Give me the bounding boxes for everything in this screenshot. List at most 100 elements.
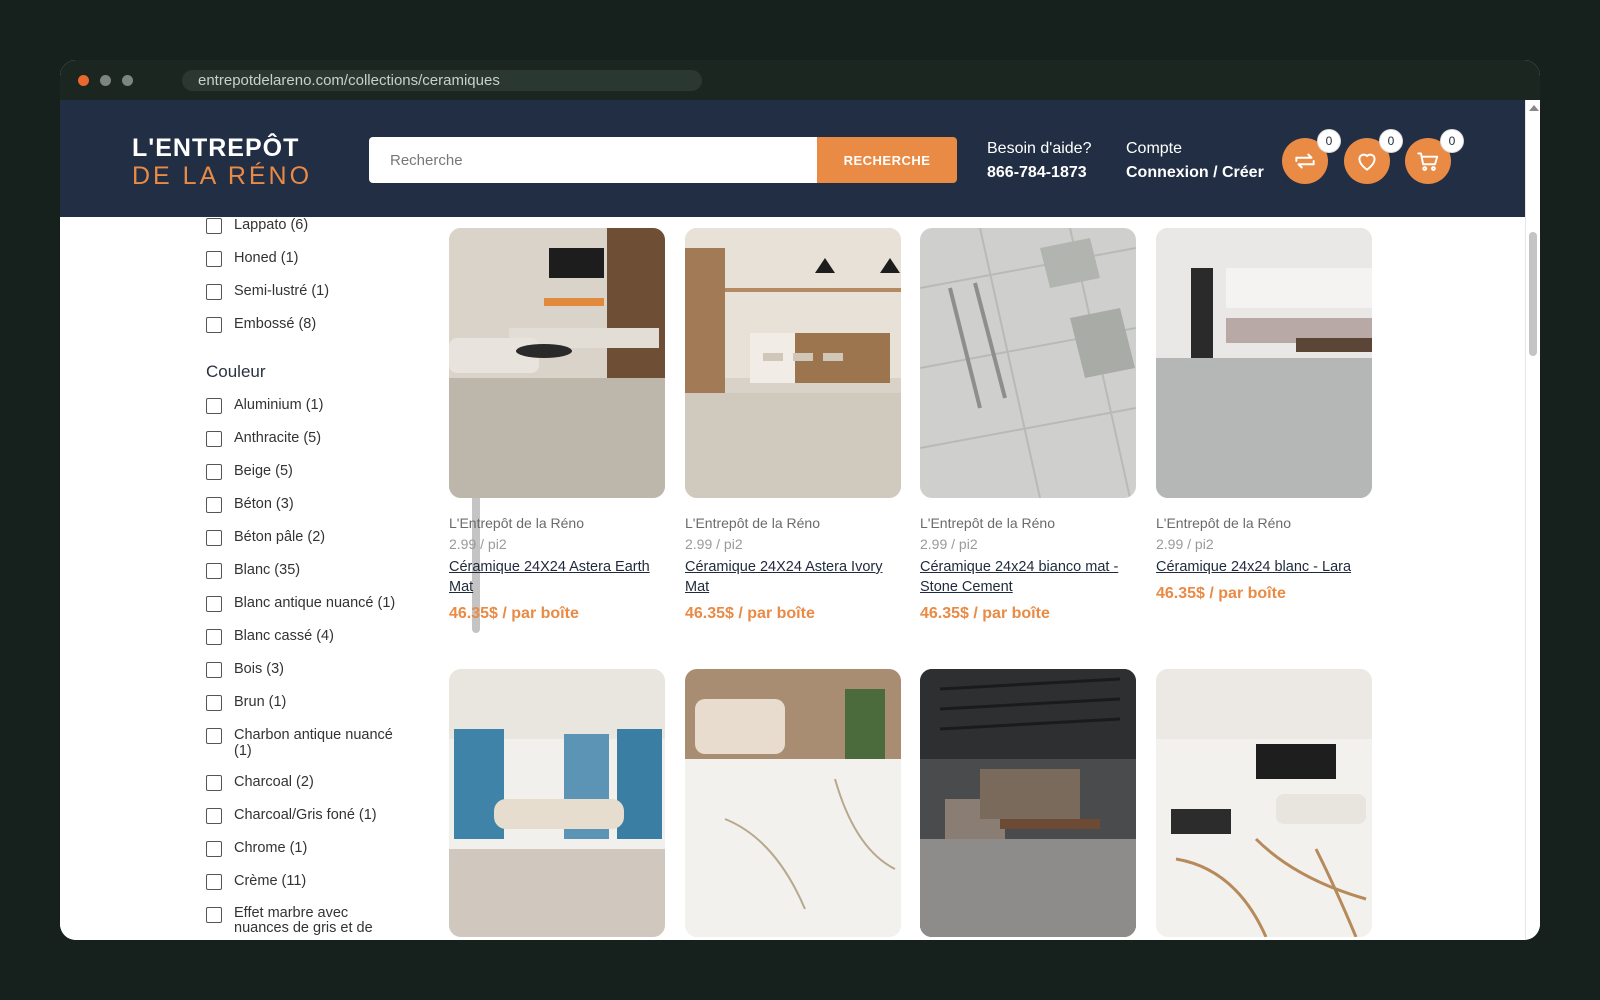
checkbox[interactable] — [206, 251, 222, 267]
product-name-link[interactable]: Céramique 24X24 Astera Ivory Mat — [685, 557, 901, 597]
product-name-link[interactable]: Céramique 24X24 Astera Earth Mat — [449, 557, 665, 597]
product-price: 46.35$ / par boîte — [449, 605, 579, 622]
account-label: Compte — [1126, 140, 1183, 157]
filter-color-item[interactable]: Bois (3) — [206, 661, 284, 678]
help-phone[interactable]: 866-784-1873 — [987, 163, 1091, 183]
checkbox[interactable] — [206, 563, 222, 579]
minimize-window-button[interactable] — [100, 74, 111, 86]
filter-color-item[interactable]: Aluminium (1) — [206, 397, 323, 414]
checkbox[interactable] — [206, 464, 222, 480]
product-brand: L'Entrepôt de la Réno — [1156, 515, 1291, 531]
filter-color-item[interactable]: Charbon antique nuancé (1) — [206, 727, 411, 759]
product-unit-price: 2.99 / pi2 — [1156, 536, 1214, 552]
product-image[interactable] — [1156, 228, 1372, 498]
filter-finish-honed[interactable]: Honed (1) — [206, 250, 298, 267]
address-bar[interactable]: entrepotdelareno.com/collections/ceramiq… — [182, 69, 702, 91]
search-button[interactable]: RECHERCHE — [817, 137, 957, 183]
compare-button[interactable]: 0 — [1282, 130, 1340, 184]
help-contact[interactable]: Besoin d'aide? 866-784-1873 — [987, 139, 1091, 183]
login-create-link[interactable]: Connexion / Créer — [1126, 163, 1264, 183]
product-brand: L'Entrepôt de la Réno — [685, 515, 820, 531]
compare-count-badge: 0 — [1318, 130, 1340, 152]
product-unit-price: 2.99 / pi2 — [920, 536, 978, 552]
checkbox[interactable] — [206, 317, 222, 333]
wishlist-count-badge: 0 — [1380, 130, 1402, 152]
product-card[interactable] — [449, 669, 665, 937]
filter-color-item[interactable]: Chrome (1) — [206, 840, 307, 857]
checkbox[interactable] — [206, 284, 222, 300]
checkbox[interactable] — [206, 695, 222, 711]
cart-count-badge: 0 — [1441, 130, 1463, 152]
filter-color-item[interactable]: Anthracite (5) — [206, 430, 321, 447]
product-card[interactable]: L'Entrepôt de la Réno 2.99 / pi2 Céramiq… — [685, 228, 901, 624]
checkbox[interactable] — [206, 596, 222, 612]
close-window-button[interactable] — [78, 74, 89, 86]
filter-color-item[interactable]: Crème (11) — [206, 873, 306, 890]
product-card[interactable]: L'Entrepôt de la Réno 2.99 / pi2 Céramiq… — [449, 228, 665, 624]
checkbox[interactable] — [206, 808, 222, 824]
account-menu[interactable]: Compte Connexion / Créer — [1126, 139, 1264, 183]
page-scrollbar[interactable] — [1525, 100, 1540, 940]
filter-color-item[interactable]: Béton pâle (2) — [206, 529, 325, 546]
filter-finish-lappato[interactable]: Lappato (6) — [206, 217, 308, 234]
filter-color-item[interactable]: Blanc cassé (4) — [206, 628, 334, 645]
cart-button[interactable]: 0 — [1405, 130, 1463, 184]
wishlist-button[interactable]: 0 — [1344, 130, 1402, 184]
heart-icon — [1358, 153, 1376, 171]
product-price: 46.35$ / par boîte — [685, 605, 815, 622]
product-image[interactable] — [449, 228, 665, 498]
product-card[interactable] — [685, 669, 901, 937]
product-image[interactable] — [920, 228, 1136, 498]
page-scrollbar-thumb[interactable] — [1529, 232, 1537, 356]
filter-color-item[interactable]: Charcoal/Gris foné (1) — [206, 807, 377, 824]
filter-color-item[interactable]: Effet marbre avec nuances de gris et de — [206, 906, 406, 936]
checkbox[interactable] — [206, 497, 222, 513]
site-logo[interactable]: L'ENTREPÔT DE LA RÉNO — [132, 136, 312, 190]
product-brand: L'Entrepôt de la Réno — [920, 515, 1055, 531]
search-input[interactable] — [369, 137, 817, 183]
browser-toolbar: entrepotdelareno.com/collections/ceramiq… — [60, 60, 1540, 100]
product-name-link[interactable]: Céramique 24x24 bianco mat - Stone Cemen… — [920, 557, 1136, 597]
help-label: Besoin d'aide? — [987, 140, 1092, 157]
product-image[interactable] — [449, 669, 665, 937]
checkbox[interactable] — [206, 398, 222, 414]
checkbox[interactable] — [206, 662, 222, 678]
checkbox[interactable] — [206, 841, 222, 857]
checkbox[interactable] — [206, 629, 222, 645]
checkbox[interactable] — [206, 218, 222, 234]
checkbox[interactable] — [206, 530, 222, 546]
product-card[interactable] — [920, 669, 1136, 937]
maximize-window-button[interactable] — [122, 74, 133, 86]
product-image[interactable] — [685, 228, 901, 498]
product-image[interactable] — [685, 669, 901, 937]
filter-color-item[interactable]: Charcoal (2) — [206, 774, 314, 791]
checkbox[interactable] — [206, 907, 222, 923]
product-card[interactable]: L'Entrepôt de la Réno 2.99 / pi2 Céramiq… — [1156, 228, 1372, 604]
product-price: 46.35$ / par boîte — [920, 605, 1050, 622]
browser-window: entrepotdelareno.com/collections/ceramiq… — [60, 60, 1540, 940]
filter-color-item[interactable]: Blanc antique nuancé (1) — [206, 595, 395, 612]
product-card[interactable]: L'Entrepôt de la Réno 2.99 / pi2 Céramiq… — [920, 228, 1136, 624]
filter-color-title: Couleur — [206, 362, 266, 381]
product-brand: L'Entrepôt de la Réno — [449, 515, 584, 531]
product-image[interactable] — [1156, 669, 1372, 937]
filter-color-item[interactable]: Brun (1) — [206, 694, 286, 711]
filter-color-item[interactable]: Béton (3) — [206, 496, 294, 513]
filter-sidebar: Lappato (6) Honed (1) Semi-lustré (1) Em… — [206, 217, 481, 940]
product-card[interactable] — [1156, 669, 1372, 937]
product-name-link[interactable]: Céramique 24x24 blanc - Lara — [1156, 557, 1372, 577]
filter-color-item[interactable]: Beige (5) — [206, 463, 293, 480]
scroll-up-arrow[interactable] — [1529, 105, 1539, 111]
checkbox[interactable] — [206, 874, 222, 890]
page: Lappato (6) Honed (1) Semi-lustré (1) Em… — [60, 100, 1525, 940]
filter-finish-embosse[interactable]: Embossé (8) — [206, 316, 316, 333]
compare-icon — [1295, 153, 1315, 169]
product-image[interactable] — [920, 669, 1136, 937]
filter-finish-semi-lustre[interactable]: Semi-lustré (1) — [206, 283, 329, 300]
checkbox[interactable] — [206, 775, 222, 791]
filter-color-item[interactable]: Blanc (35) — [206, 562, 300, 579]
product-unit-price: 2.99 / pi2 — [685, 536, 743, 552]
checkbox[interactable] — [206, 728, 222, 744]
checkbox[interactable] — [206, 431, 222, 447]
product-price: 46.35$ / par boîte — [1156, 585, 1286, 602]
